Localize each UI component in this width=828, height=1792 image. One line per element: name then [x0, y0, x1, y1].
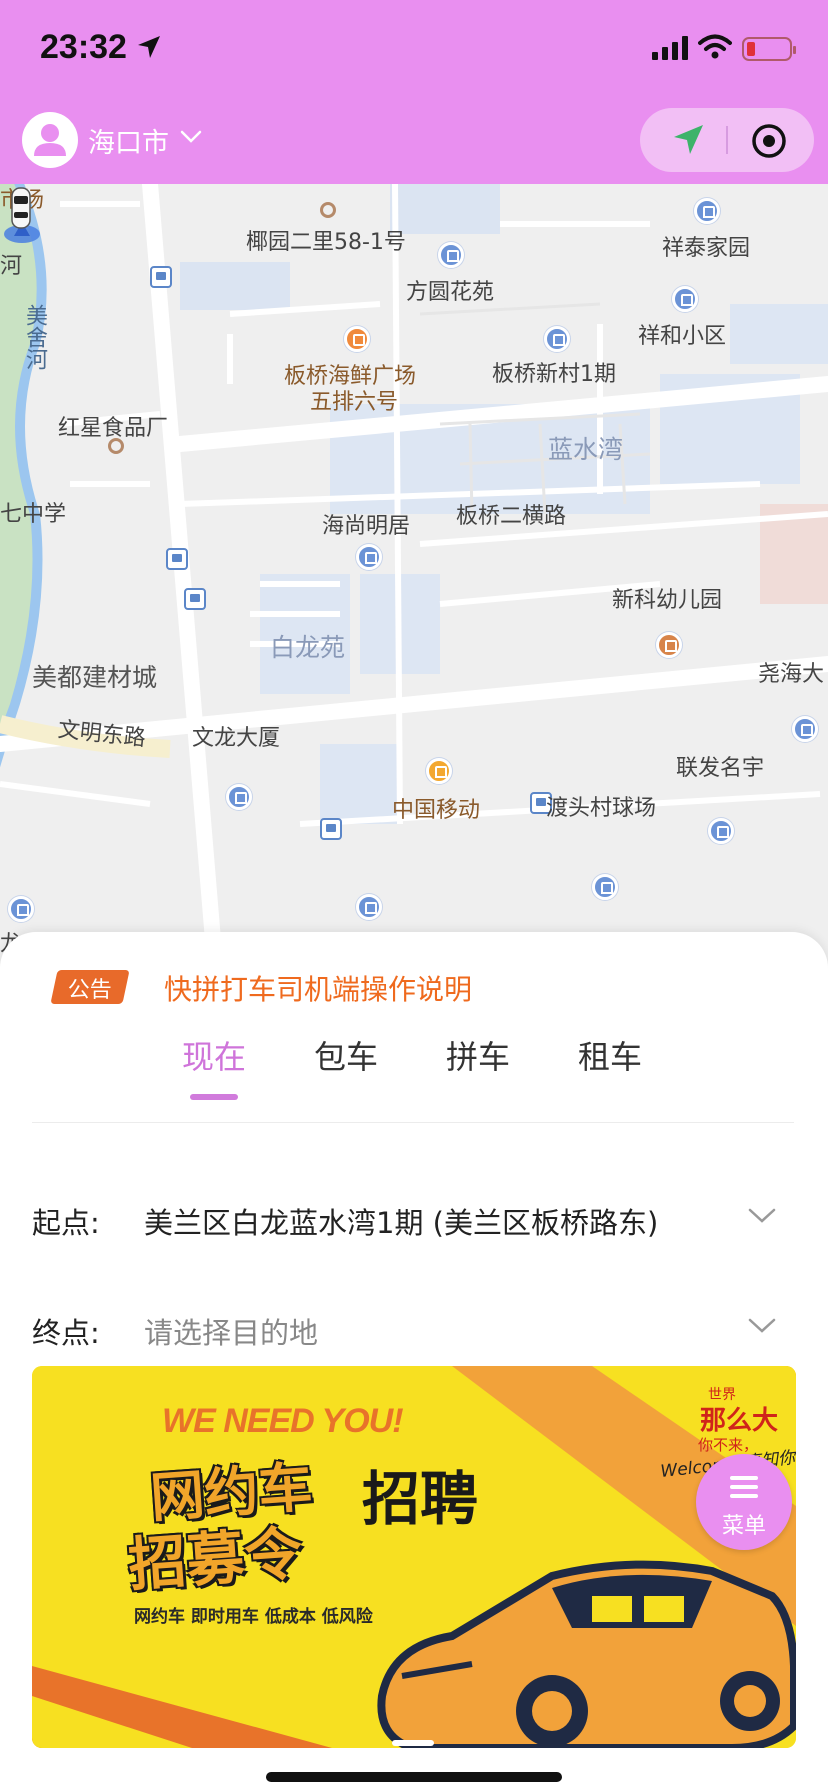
map-label: 渡头村球场 [546, 796, 657, 821]
poi-dot [320, 202, 336, 218]
battery-icon [742, 37, 796, 61]
wifi-icon [698, 34, 732, 59]
menu-icon [730, 1476, 758, 1498]
user-icon [34, 124, 66, 156]
ride-type-tabs: 现在 包车 拼车 租车 [0, 1032, 828, 1092]
map-label: 蓝水湾 [548, 435, 624, 464]
booking-panel: 公告 快拼打车司机端操作说明 现在 包车 拼车 租车 起点: 美兰区白龙蓝水湾1… [0, 932, 828, 1792]
banner-subtitle: 网约车 即时用车 低成本 低风险 [134, 1607, 373, 1627]
poi-building-icon[interactable] [226, 784, 252, 810]
map-label: 祥和小区 [638, 324, 727, 349]
map-label: 尧海大 [758, 662, 825, 687]
map-label: 五排六号 [310, 390, 399, 415]
divider [726, 126, 728, 154]
bus-stop-icon[interactable] [184, 588, 206, 610]
poi-service-icon[interactable] [426, 758, 452, 784]
poi-residence-icon[interactable] [708, 818, 734, 844]
car-location-marker[interactable] [0, 184, 44, 248]
map-label: 椰园二里58-1号 [246, 230, 406, 255]
notice-badge-label: 公告 [67, 978, 112, 1003]
banner-headline: WE NEED YOU! [162, 1402, 404, 1440]
map-label: 红星食品厂 [58, 416, 169, 441]
banner-title-line2: 招募令 [126, 1519, 305, 1599]
chevron-down-icon[interactable] [748, 1208, 776, 1224]
top-bar: 23:32 海口市 [0, 0, 828, 184]
menu-button[interactable]: 菜单 [696, 1454, 792, 1550]
poi-residence-icon[interactable] [438, 242, 464, 268]
start-value[interactable]: 美兰区白龙蓝水湾1期 (美兰区板桥路东) [144, 1200, 658, 1242]
carousel-indicator [392, 1740, 434, 1746]
map-label: 中国移动 [392, 798, 481, 823]
destination-input[interactable]: 请选择目的地 [144, 1310, 318, 1352]
map-label: 联发名宇 [676, 756, 765, 781]
start-label: 起点: [32, 1206, 100, 1240]
location-arrow-icon [138, 36, 160, 58]
banner-big: 那么大 [700, 1406, 779, 1436]
poi-restaurant-icon[interactable] [344, 326, 370, 352]
map-label: 板桥新村1期 [492, 362, 616, 387]
bus-stop-icon[interactable] [320, 818, 342, 840]
map-label: 文龙大厦 [192, 726, 281, 751]
poi-residence-icon[interactable] [544, 326, 570, 352]
poi-residence-icon[interactable] [356, 894, 382, 920]
banner-recruit: 招聘 [362, 1465, 479, 1533]
poi-residence-icon[interactable] [356, 544, 382, 570]
map-view[interactable]: 市场 河 椰园二里58-1号 祥泰家园 方圆花苑 祥和小区 美舍河 板桥海鲜广场… [0, 184, 828, 964]
recruitment-banner[interactable]: WE NEED YOU! 网约车 招募令 招聘 网约车 即时用车 低成本 低风险… [32, 1366, 796, 1748]
end-label: 终点: [32, 1316, 100, 1350]
start-field[interactable]: 起点: 美兰区白龙蓝水湾1期 (美兰区板桥路东) [0, 1178, 828, 1258]
map-label: 海尚明居 [322, 514, 411, 539]
map-controls [640, 108, 814, 172]
map-label: 河 [0, 254, 23, 279]
map-label: 板桥二横路 [456, 504, 567, 529]
tab-carpool[interactable]: 拼车 [446, 1032, 510, 1078]
bus-stop-icon[interactable] [150, 266, 172, 288]
bus-stop-icon[interactable] [166, 548, 188, 570]
map-label: 新科幼儿园 [612, 588, 723, 613]
map-label: 美都建材城 [32, 663, 158, 692]
status-time: 23:32 [40, 28, 127, 66]
map-label: 美舍河 [22, 304, 47, 370]
active-tab-indicator [190, 1094, 238, 1100]
divider [32, 1122, 794, 1123]
poi-sports-icon[interactable] [592, 874, 618, 900]
user-avatar[interactable] [22, 112, 78, 168]
chevron-down-icon[interactable] [748, 1318, 776, 1334]
map-label: 方圆花苑 [406, 280, 495, 305]
home-indicator[interactable] [266, 1772, 562, 1782]
map-label: 白龙苑 [270, 633, 346, 662]
city-selector[interactable]: 海口市 [88, 121, 169, 160]
poi-residence-icon[interactable] [694, 198, 720, 224]
chevron-down-icon[interactable] [180, 130, 202, 144]
notice-link[interactable]: 快拼打车司机端操作说明 [164, 968, 472, 1008]
locate-target-icon[interactable] [750, 122, 788, 160]
poi-school-icon[interactable] [656, 632, 682, 658]
tab-rental[interactable]: 租车 [578, 1032, 642, 1078]
menu-label: 菜单 [721, 1514, 766, 1539]
status-bar: 23:32 [0, 0, 828, 100]
notice-badge: 公告 [50, 970, 130, 1004]
tab-charter[interactable]: 包车 [314, 1032, 378, 1078]
poi-residence-icon[interactable] [672, 286, 698, 312]
signal-icon [652, 36, 688, 60]
map-label: 七中学 [0, 502, 67, 527]
tab-now[interactable]: 现在 [182, 1032, 246, 1078]
navigation-arrow-icon[interactable] [670, 122, 706, 158]
poi-building-icon[interactable] [792, 716, 818, 742]
map-label: 祥泰家园 [662, 236, 751, 261]
poi-residence-icon[interactable] [8, 896, 34, 922]
destination-field[interactable]: 终点: 请选择目的地 [0, 1288, 828, 1368]
